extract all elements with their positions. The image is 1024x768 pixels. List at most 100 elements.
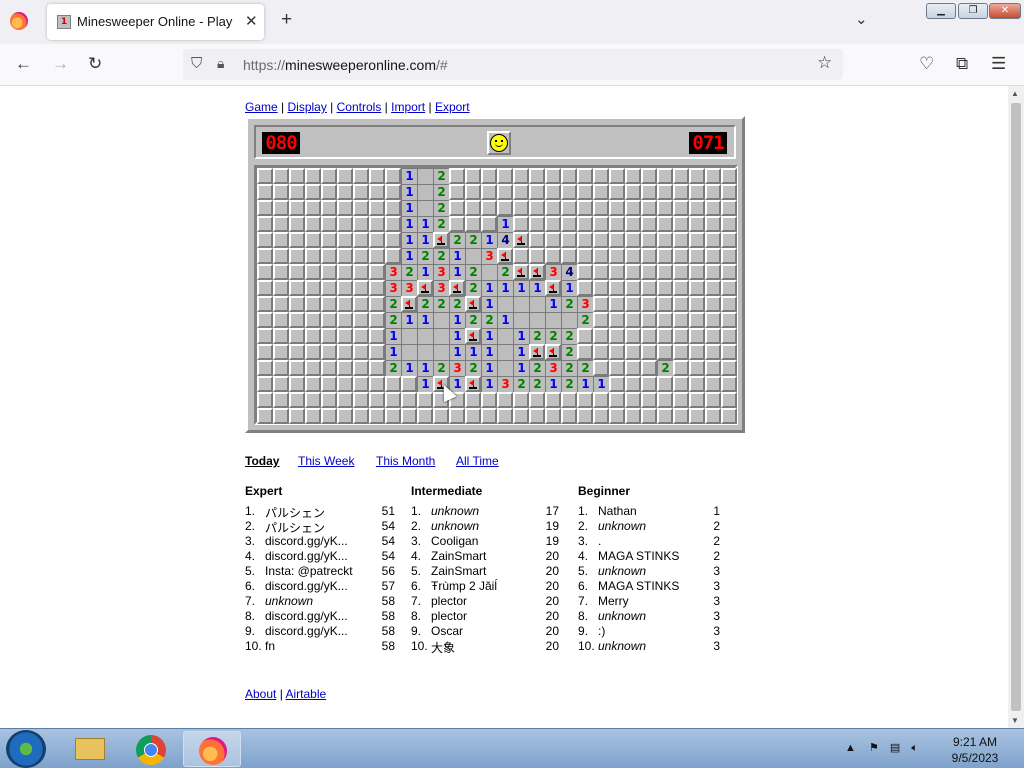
cell-number[interactable]: 1 — [417, 312, 433, 328]
cell-closed[interactable] — [593, 264, 609, 280]
cell-closed[interactable] — [385, 376, 401, 392]
cell-number[interactable]: 2 — [657, 360, 673, 376]
cell-empty[interactable] — [481, 264, 497, 280]
flag-icon[interactable] — [465, 328, 481, 344]
cell-closed[interactable] — [625, 328, 641, 344]
cell-closed[interactable] — [673, 392, 689, 408]
cell-closed[interactable] — [337, 168, 353, 184]
cell-closed[interactable] — [689, 392, 705, 408]
cell-closed[interactable] — [513, 184, 529, 200]
cell-closed[interactable] — [497, 168, 513, 184]
cell-closed[interactable] — [625, 376, 641, 392]
cell-closed[interactable] — [593, 168, 609, 184]
cell-number[interactable]: 3 — [577, 296, 593, 312]
cell-closed[interactable] — [337, 328, 353, 344]
cell-number[interactable]: 1 — [497, 280, 513, 296]
cell-closed[interactable] — [545, 184, 561, 200]
cell-number[interactable]: 1 — [481, 344, 497, 360]
cell-closed[interactable] — [273, 232, 289, 248]
cell-closed[interactable] — [561, 184, 577, 200]
cell-closed[interactable] — [593, 344, 609, 360]
cell-closed[interactable] — [337, 344, 353, 360]
volume-muted-icon[interactable]: 🔈︎ — [911, 742, 918, 754]
cell-closed[interactable] — [257, 328, 273, 344]
cell-number[interactable]: 1 — [449, 264, 465, 280]
menu-export[interactable]: Export — [435, 100, 470, 114]
cell-empty[interactable] — [417, 328, 433, 344]
cell-empty[interactable] — [417, 344, 433, 360]
cell-closed[interactable] — [689, 280, 705, 296]
scroll-up-icon[interactable]: ▲ — [1011, 89, 1019, 98]
cell-closed[interactable] — [369, 344, 385, 360]
cell-closed[interactable] — [273, 376, 289, 392]
cell-closed[interactable] — [641, 232, 657, 248]
cell-number[interactable]: 1 — [449, 344, 465, 360]
airtable-link[interactable]: Airtable — [285, 687, 326, 701]
cell-closed[interactable] — [289, 216, 305, 232]
cell-closed[interactable] — [609, 360, 625, 376]
flag-icon[interactable] — [449, 280, 465, 296]
cell-closed[interactable] — [721, 408, 737, 424]
cell-closed[interactable] — [673, 344, 689, 360]
cell-closed[interactable] — [353, 200, 369, 216]
cell-closed[interactable] — [289, 184, 305, 200]
cell-closed[interactable] — [593, 232, 609, 248]
cell-closed[interactable] — [641, 216, 657, 232]
cell-closed[interactable] — [321, 168, 337, 184]
address-bar[interactable]: ⛉ 🔒︎ https://minesweeperonline.com/# ☆ — [183, 49, 843, 80]
cell-closed[interactable] — [609, 168, 625, 184]
cell-closed[interactable] — [513, 200, 529, 216]
cell-empty[interactable] — [497, 296, 513, 312]
cell-number[interactable]: 1 — [497, 216, 513, 232]
cell-closed[interactable] — [721, 328, 737, 344]
cell-closed[interactable] — [673, 168, 689, 184]
cell-closed[interactable] — [257, 408, 273, 424]
cell-closed[interactable] — [273, 200, 289, 216]
cell-closed[interactable] — [721, 184, 737, 200]
cell-empty[interactable] — [513, 312, 529, 328]
cell-closed[interactable] — [353, 296, 369, 312]
cell-number[interactable]: 3 — [497, 376, 513, 392]
cell-closed[interactable] — [625, 184, 641, 200]
cell-closed[interactable] — [625, 280, 641, 296]
cell-number[interactable]: 2 — [465, 280, 481, 296]
cell-empty[interactable] — [433, 312, 449, 328]
cell-number[interactable]: 1 — [513, 344, 529, 360]
cell-closed[interactable] — [577, 216, 593, 232]
cell-closed[interactable] — [337, 232, 353, 248]
cell-closed[interactable] — [721, 392, 737, 408]
lock-icon[interactable]: 🔒︎ — [217, 55, 224, 72]
cell-closed[interactable] — [641, 264, 657, 280]
pocket-icon[interactable]: ♡ — [919, 54, 934, 74]
cell-number[interactable]: 1 — [401, 360, 417, 376]
cell-closed[interactable] — [337, 248, 353, 264]
cell-closed[interactable] — [513, 408, 529, 424]
cell-closed[interactable] — [481, 200, 497, 216]
cell-number[interactable]: 2 — [497, 264, 513, 280]
cell-closed[interactable] — [353, 248, 369, 264]
cell-closed[interactable] — [657, 392, 673, 408]
cell-closed[interactable] — [497, 392, 513, 408]
cell-number[interactable]: 1 — [401, 248, 417, 264]
cell-closed[interactable] — [385, 216, 401, 232]
cell-number[interactable]: 4 — [561, 264, 577, 280]
cell-closed[interactable] — [561, 200, 577, 216]
cell-closed[interactable] — [625, 168, 641, 184]
cell-closed[interactable] — [497, 200, 513, 216]
cell-closed[interactable] — [289, 312, 305, 328]
cell-closed[interactable] — [513, 216, 529, 232]
cell-closed[interactable] — [641, 200, 657, 216]
cell-closed[interactable] — [673, 376, 689, 392]
cell-closed[interactable] — [689, 376, 705, 392]
cell-closed[interactable] — [721, 200, 737, 216]
flag-icon[interactable] — [513, 264, 529, 280]
cell-number[interactable]: 2 — [513, 376, 529, 392]
network-icon[interactable]: ▤ — [890, 742, 900, 754]
cell-number[interactable]: 2 — [449, 232, 465, 248]
cell-closed[interactable] — [273, 216, 289, 232]
flag-icon[interactable] — [465, 376, 481, 392]
flag-icon[interactable] — [529, 264, 545, 280]
cell-closed[interactable] — [529, 408, 545, 424]
cell-closed[interactable] — [369, 264, 385, 280]
cell-empty[interactable] — [417, 200, 433, 216]
